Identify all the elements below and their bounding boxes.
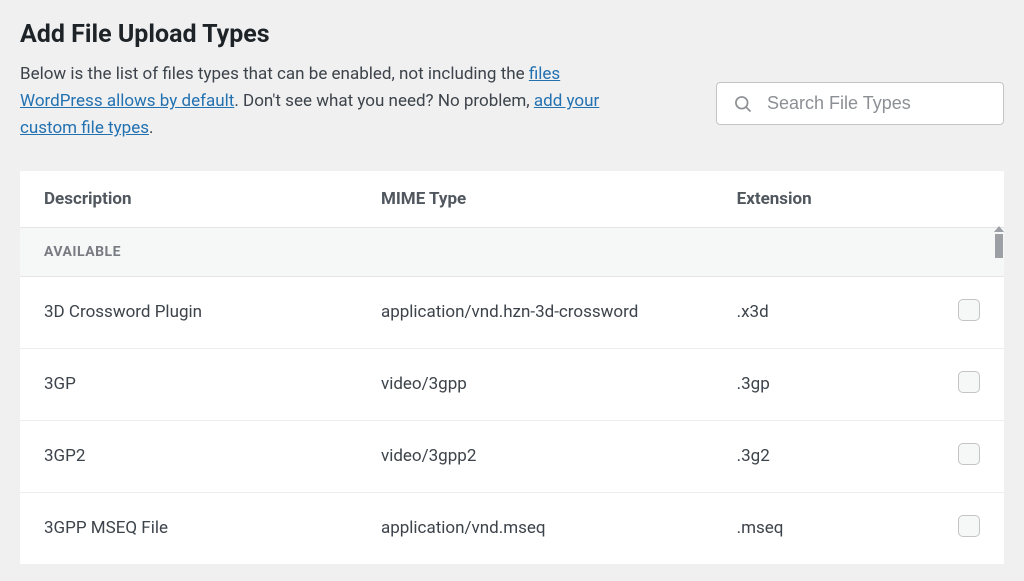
intro-text-2: . Don't see what you need? No problem,	[234, 91, 534, 111]
col-header-description: Description	[44, 189, 381, 209]
row-description: 3GP	[44, 374, 381, 394]
page-description: Below is the list of files types that ca…	[20, 61, 640, 143]
row-mime: video/3gpp2	[381, 446, 737, 466]
enable-checkbox[interactable]	[958, 299, 980, 321]
enable-checkbox[interactable]	[958, 443, 980, 465]
page-title: Add File Upload Types	[20, 20, 676, 49]
intro-text-3: .	[149, 118, 153, 138]
row-description: 3GPP MSEQ File	[44, 518, 381, 538]
table-row: 3D Crossword Pluginapplication/vnd.hzn-3…	[20, 277, 1004, 349]
row-extension: .x3d	[737, 302, 924, 322]
row-description: 3GP2	[44, 446, 381, 466]
search-icon	[733, 94, 753, 114]
table-row: 3GPvideo/3gpp.3gp	[20, 349, 1004, 421]
col-header-mime: MIME Type	[381, 189, 737, 209]
search-input[interactable]	[767, 93, 987, 114]
row-description: 3D Crossword Plugin	[44, 302, 381, 322]
row-extension: .mseq	[737, 518, 924, 538]
search-box[interactable]	[716, 82, 1004, 125]
table-row: 3GP2video/3gpp2.3g2	[20, 421, 1004, 493]
enable-checkbox[interactable]	[958, 371, 980, 393]
row-mime: application/vnd.mseq	[381, 518, 737, 538]
table-header: Description MIME Type Extension	[20, 171, 1004, 227]
row-extension: .3g2	[737, 446, 924, 466]
row-mime: application/vnd.hzn-3d-crossword	[381, 302, 737, 322]
table-row: 3GPP MSEQ Fileapplication/vnd.mseq.mseq	[20, 493, 1004, 564]
row-extension: .3gp	[737, 374, 924, 394]
enable-checkbox[interactable]	[958, 515, 980, 537]
col-header-extension: Extension	[737, 189, 924, 209]
section-available: AVAILABLE	[20, 227, 1004, 277]
file-types-table: Description MIME Type Extension AVAILABL…	[20, 171, 1004, 564]
scrollbar[interactable]	[994, 226, 1004, 256]
row-mime: video/3gpp	[381, 374, 737, 394]
intro-text-1: Below is the list of files types that ca…	[20, 64, 529, 84]
